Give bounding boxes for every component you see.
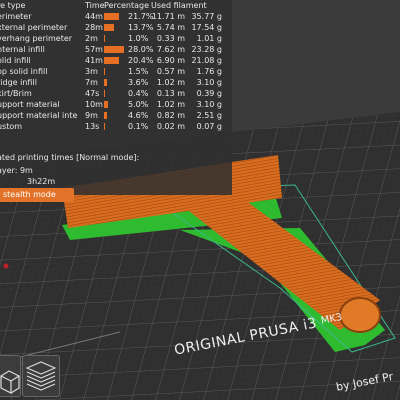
feature-time: 9m (85, 111, 98, 120)
header-used-filament: Used filament (151, 1, 207, 10)
feature-length: 0.82 m (156, 111, 185, 120)
percentage-bar (104, 24, 114, 31)
feature-type: upport material interface (0, 111, 77, 120)
percentage-bar (104, 35, 105, 42)
feature-length: 6.90 m (156, 56, 185, 65)
feature-weight: 17.54 g (191, 23, 222, 32)
feature-time: 57m (85, 45, 103, 54)
percentage-bar (104, 90, 105, 97)
feature-weight: 3.10 g (196, 78, 222, 87)
feature-length: 1.02 m (156, 78, 185, 87)
feature-weight: 3.10 g (196, 100, 222, 109)
percentage-bar (104, 57, 119, 64)
stats-row: upport material 10m 5.0% 1.02 m 3.10 g (0, 99, 232, 110)
feature-percentage: 13.7% (128, 23, 154, 32)
feature-time: 3m (85, 67, 98, 76)
stats-row: verhang perimeter 2m 1.0% 0.33 m 1.01 g (0, 33, 232, 44)
percentage-bar (104, 13, 119, 20)
cube-icon (0, 370, 21, 394)
stats-row: nternal infill 57m 28.0% 7.62 m 23.28 g (0, 44, 232, 55)
stealth-mode-button[interactable]: stealth mode (0, 188, 74, 202)
extrusion-stem-end (339, 297, 381, 333)
stats-row: ridge infill 7m 3.6% 1.02 m 3.10 g (0, 77, 232, 88)
feature-time: 2m (85, 34, 98, 43)
feature-length: 7.62 m (156, 45, 185, 54)
feature-type: upport material (0, 100, 60, 109)
percentage-bar (104, 101, 108, 108)
feature-type: kirt/Brim (0, 89, 32, 98)
feature-length: 0.02 m (156, 122, 185, 131)
feature-type: xternal perimeter (0, 23, 68, 32)
feature-weight: 35.77 g (191, 12, 222, 21)
feature-weight: 1.01 g (196, 34, 222, 43)
feature-length: 1.02 m (156, 100, 185, 109)
stats-row: op solid infill 3m 1.5% 0.57 m 1.76 g (0, 66, 232, 77)
stats-row: upport material interface 9m 4.6% 0.82 m 2.5… (0, 110, 232, 121)
feature-type: nternal infill (0, 45, 45, 54)
feature-length: 0.57 m (156, 67, 185, 76)
header-percentage: Percentage (104, 1, 150, 10)
stats-row: ustom 13s 0.1% 0.02 m 0.07 g (0, 121, 232, 132)
feature-time: 44m (85, 12, 103, 21)
feature-weight: 0.07 g (196, 122, 222, 131)
feature-time: 41m (85, 56, 103, 65)
header-time: Time (85, 1, 105, 10)
feature-length: 0.13 m (156, 89, 185, 98)
feature-percentage: 4.6% (128, 111, 149, 120)
percentage-bar (104, 46, 124, 53)
feature-percentage: 21.7% (128, 12, 154, 21)
feature-length: 0.33 m (156, 34, 185, 43)
feature-percentage: 5.0% (128, 100, 149, 109)
percentage-bar (104, 112, 107, 119)
feature-time: 7m (85, 78, 98, 87)
stats-row: erimeter 44m 21.7% 11.71 m 35.77 g (0, 11, 232, 22)
feature-type: op solid infill (0, 67, 48, 76)
origin-marker (3, 263, 9, 269)
feature-length: 5.74 m (156, 23, 185, 32)
feature-type: erimeter (0, 12, 32, 21)
percentage-bar (104, 68, 105, 75)
feature-weight: 21.08 g (191, 56, 222, 65)
feature-time: 10m (85, 100, 103, 109)
feature-percentage: 1.0% (128, 34, 149, 43)
feature-type: verhang perimeter (0, 34, 73, 43)
stats-row: xternal perimeter 28m 13.7% 5.74 m 17.54 g (0, 22, 232, 33)
view-3d-button[interactable] (0, 355, 21, 397)
stats-row: kirt/Brim 47s 0.4% 0.13 m 0.39 g (0, 88, 232, 99)
feature-length: 11.71 m (151, 12, 185, 21)
percentage-bar (104, 79, 107, 86)
layers-icon (25, 361, 57, 391)
feature-type: ridge infill (0, 78, 37, 87)
feature-weight: 1.76 g (196, 67, 222, 76)
feature-percentage: 1.5% (128, 67, 149, 76)
feature-type: olid infill (0, 56, 31, 65)
feature-weight: 23.28 g (191, 45, 222, 54)
feature-type: ustom (0, 122, 23, 131)
feature-weight: 2.51 g (196, 111, 222, 120)
stats-header: re type Time Percentage Used filament (0, 0, 232, 11)
feature-percentage: 3.6% (128, 78, 149, 87)
feature-percentage: 20.4% (128, 56, 154, 65)
feature-percentage: 0.4% (128, 89, 149, 98)
view-layers-button[interactable] (22, 355, 60, 397)
stats-row: olid infill 41m 20.4% 6.90 m 21.08 g (0, 55, 232, 66)
feature-time: 47s (85, 89, 100, 98)
feature-percentage: 0.1% (128, 122, 149, 131)
printing-times-title: ated printing times [Normal mode]: (0, 153, 140, 162)
feature-percentage: 28.0% (128, 45, 154, 54)
total-print-time: 3h22m (27, 177, 56, 186)
feature-time: 28m (85, 23, 103, 32)
percentage-bar (104, 123, 105, 130)
feature-weight: 0.39 g (196, 89, 222, 98)
feature-time: 13s (85, 122, 100, 131)
print-statistics-panel: re type Time Percentage Used filament er… (0, 0, 232, 195)
first-layer-time: ayer: 9m (0, 166, 33, 175)
header-feature-type: re type (0, 1, 26, 10)
